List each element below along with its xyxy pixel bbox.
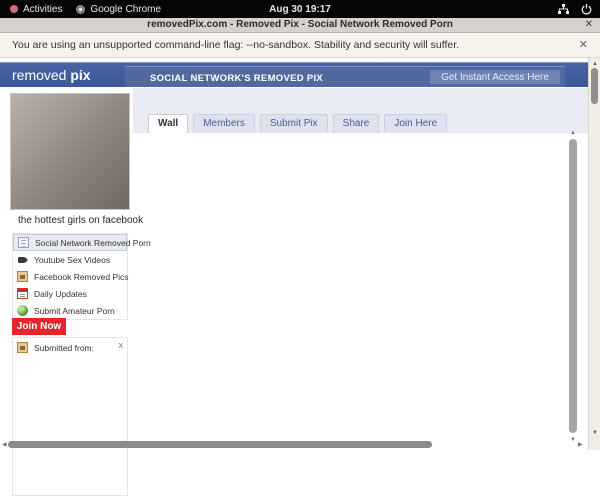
sidebar-item-submit-amateur-porn[interactable]: Submit Amateur Porn [13, 302, 127, 319]
camera-icon [17, 254, 28, 265]
page-viewport: removed pix SOCIAL NETWORK'S REMOVED PIX… [0, 58, 600, 496]
sidebar-menu: Social Network Removed Porn Youtube Sex … [12, 233, 151, 320]
window-title: removedPix.com - Removed Pix - Social Ne… [147, 19, 453, 30]
tab-members[interactable]: Members [193, 114, 255, 133]
window-title-bar: removedPix.com - Removed Pix - Social Ne… [0, 18, 600, 33]
sidebar-item-label: Facebook Removed Pics [34, 271, 129, 282]
tab-bar: Wall Members Submit Pix Share Join Here [148, 114, 448, 133]
power-icon[interactable] [581, 3, 592, 15]
system-clock[interactable]: Aug 30 19:17 [0, 4, 600, 15]
browser-scrollbar[interactable]: ▲ ▼ [588, 58, 600, 450]
join-now-button[interactable]: Join Now [12, 318, 66, 335]
horizontal-scroll-thumb[interactable] [8, 441, 432, 448]
tab-wall[interactable]: Wall [148, 114, 189, 133]
browser-scroll-thumb[interactable] [591, 68, 598, 104]
site-logo[interactable]: removed pix [12, 67, 91, 83]
infobar-close-icon[interactable]: ✕ [579, 38, 588, 51]
vertical-scroll-thumb[interactable] [569, 139, 577, 433]
tab-submit-pix[interactable]: Submit Pix [259, 114, 328, 133]
get-access-button[interactable]: Get Instant Access Here [430, 70, 560, 84]
profile-photo-placeholder [10, 93, 130, 210]
sidebar-item-label: Youtube Sex Videos [34, 254, 111, 265]
photo-icon [17, 271, 28, 282]
sidebar-item-label: Social Network Removed Porn [35, 237, 151, 248]
scroll-up-icon[interactable]: ▲ [570, 130, 576, 136]
calendar-icon [17, 288, 28, 299]
note-icon [18, 237, 29, 248]
window-close-icon[interactable]: ✕ [585, 19, 593, 30]
submitted-from-label: Submitted from: [34, 342, 94, 353]
submitted-box-close-icon[interactable]: x [119, 340, 124, 350]
scroll-down-icon[interactable]: ▼ [592, 430, 598, 436]
infobar-message: You are using an unsupported command-lin… [12, 39, 460, 51]
site-logo-part2: pix [70, 67, 91, 83]
sidebar-item-youtube-sex-videos[interactable]: Youtube Sex Videos [13, 251, 127, 268]
chrome-infobar: You are using an unsupported command-lin… [0, 33, 600, 58]
sidebar-item-label: Daily Updates [34, 288, 87, 299]
content-top-strip: Wall Members Submit Pix Share Join Here [133, 88, 588, 133]
photo-caption: the hottest girls on facebook [18, 215, 144, 226]
photo-icon [17, 342, 28, 353]
site-logo-part1: removed [12, 67, 71, 83]
sidebar-item-facebook-removed-pics[interactable]: Facebook Removed Pics [13, 268, 129, 285]
submitted-from-box: Submitted from: x [12, 337, 128, 496]
banner-text: SOCIAL NETWORK'S REMOVED PIX [150, 73, 324, 84]
page-vertical-scrollbar[interactable]: ▲ ▼ [568, 130, 579, 443]
site-header: removed pix SOCIAL NETWORK'S REMOVED PIX… [0, 62, 588, 87]
scroll-left-icon[interactable]: ◀ [2, 441, 7, 448]
header-banner: SOCIAL NETWORK'S REMOVED PIX Get Instant… [125, 66, 565, 87]
tab-join-here[interactable]: Join Here [384, 114, 448, 133]
globe-icon [17, 305, 28, 316]
tab-share[interactable]: Share [332, 114, 380, 133]
sidebar-item-daily-updates[interactable]: Daily Updates [13, 285, 127, 302]
system-top-bar: Activities Google Chrome Aug 30 19:17 [0, 0, 600, 18]
scroll-up-icon[interactable]: ▲ [592, 61, 598, 67]
scroll-right-icon[interactable]: ▶ [578, 441, 583, 448]
sidebar-item-label: Submit Amateur Porn [34, 305, 115, 316]
page-horizontal-scrollbar[interactable]: ◀ ▶ [0, 440, 588, 449]
sidebar-item-social-network-removed-porn[interactable]: Social Network Removed Porn [13, 234, 151, 251]
network-icon[interactable] [558, 3, 569, 15]
